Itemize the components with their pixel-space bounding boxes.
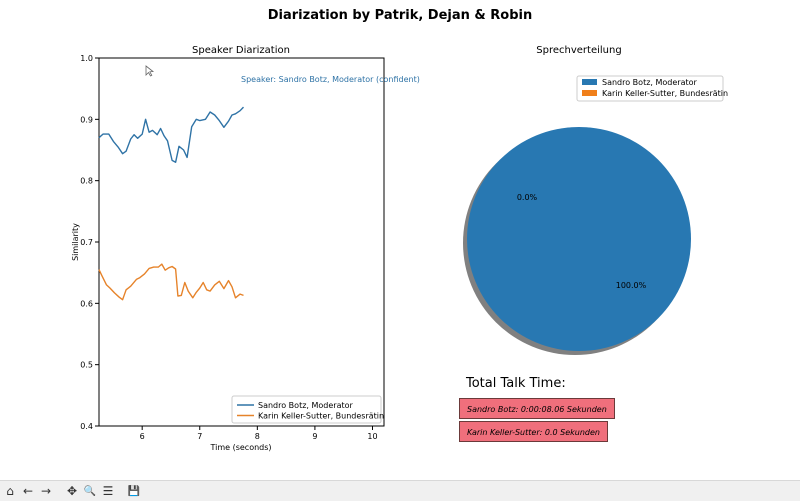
- figure-suptitle: Diarization by Patrik, Dejan & Robin: [268, 8, 533, 23]
- line-chart-legend: Sandro Botz, Moderator Karin Keller-Sutt…: [231, 395, 384, 424]
- save-icon: 💾: [127, 485, 141, 497]
- home-icon: ⌂: [6, 484, 14, 498]
- pie-chart-title: Sprechverteilung: [536, 45, 621, 56]
- pie-label-karin-pct: 0.0%: [517, 193, 538, 202]
- y-tick-label: 0.6: [80, 299, 93, 308]
- zoom-icon: 🔍: [83, 485, 97, 497]
- pie-chart-legend: Sandro Botz, Moderator Karin Keller-Sutt…: [576, 75, 728, 102]
- pie-chart: Sprechverteilung 0.0% 100.0% Sandro Botz…: [463, 45, 728, 355]
- pie-slice-sandro[interactable]: [467, 127, 691, 351]
- home-button[interactable]: ⌂: [2, 483, 18, 499]
- forward-button[interactable]: →: [38, 483, 54, 499]
- line-chart-title: Speaker Diarization: [192, 45, 290, 56]
- pan-button[interactable]: ✥: [64, 483, 80, 499]
- y-tick-label: 0.7: [80, 238, 93, 247]
- figure-toolbar: ⌂ ← → ✥ 🔍 ☰ 💾: [0, 480, 800, 501]
- legend-swatch-karin: [582, 90, 597, 96]
- y-axis-label: Similarity: [71, 223, 80, 261]
- line-chart-plot-area[interactable]: [98, 57, 385, 427]
- zoom-button[interactable]: 🔍: [82, 483, 98, 499]
- forward-icon: →: [40, 484, 52, 498]
- figure-canvas: Diarization by Patrik, Dejan & Robin Spe…: [71, 8, 728, 452]
- legend-swatch-sandro: [582, 79, 597, 85]
- y-tick-label: 0.9: [80, 115, 93, 124]
- configure-subplots-button[interactable]: ☰: [100, 483, 116, 499]
- y-tick-label: 0.4: [80, 422, 93, 431]
- pan-icon: ✥: [66, 484, 78, 498]
- legend-entry-karin: Karin Keller-Sutter, Bundesrätin: [258, 412, 384, 421]
- x-tick-label: 7: [197, 432, 202, 441]
- y-tick-label: 0.8: [80, 177, 93, 186]
- talk-time-entry-karin: Karin Keller-Sutter: 0.0 Sekunden: [459, 421, 608, 442]
- y-tick-label: 0.5: [80, 361, 93, 370]
- talk-time-title: Total Talk Time:: [466, 376, 566, 391]
- legend-entry-sandro: Sandro Botz, Moderator: [258, 401, 354, 410]
- x-axis-label: Time (seconds): [209, 443, 271, 452]
- y-tick-label: 1.0: [80, 54, 93, 63]
- back-button[interactable]: ←: [20, 483, 36, 499]
- talk-time-entry-sandro: Sandro Botz: 0:00:08.06 Sekunden: [459, 398, 615, 419]
- line-chart: Speaker Diarization 6 7 8 9 10 0.4 0.5 0.6 0.7 0.…: [71, 45, 420, 452]
- x-tick-label: 10: [367, 432, 377, 441]
- x-tick-label: 6: [140, 432, 145, 441]
- back-icon: ←: [22, 484, 34, 498]
- save-button[interactable]: 💾: [126, 483, 142, 499]
- x-tick-label: 9: [312, 432, 317, 441]
- x-tick-label: 8: [255, 432, 260, 441]
- speaker-annotation: Speaker: Sandro Botz, Moderator (confide…: [241, 75, 420, 84]
- pie-legend-entry-karin: Karin Keller-Sutter, Bundesrätin: [602, 89, 728, 98]
- configure-subplots-icon: ☰: [102, 484, 114, 498]
- pie-label-sandro-pct: 100.0%: [616, 281, 647, 290]
- pie-legend-entry-sandro: Sandro Botz, Moderator: [602, 78, 698, 87]
